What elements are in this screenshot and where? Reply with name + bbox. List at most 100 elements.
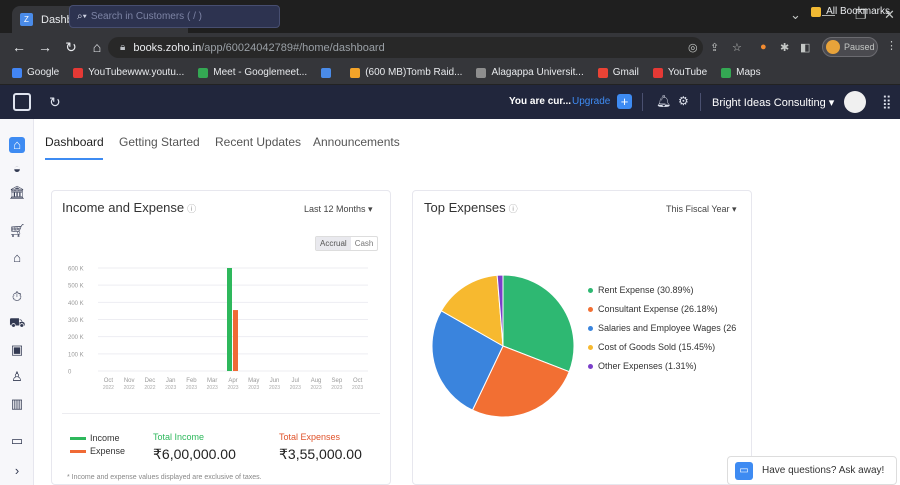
search-input[interactable] [90,11,261,22]
pie-legend-item: Salaries and Employee Wages (26 [588,323,758,333]
bookmark-item[interactable]: Gmail [597,67,639,78]
expense-legend-swatch [70,449,86,453]
extension-icon[interactable]: ● [760,41,767,53]
top-expenses-title: Top Expenses ⓘ [424,200,518,215]
items-icon[interactable]: ◒ [9,161,25,177]
browser-menu-icon[interactable]: ⋮ [886,39,897,52]
bookmark-favicon-icon [597,67,608,78]
organization-switcher[interactable]: Bright Ideas Consulting ▾ [712,96,834,109]
accrual-cash-toggle: Accrual Cash [315,236,379,251]
tab-announcements[interactable]: Announcements [313,135,400,149]
zoho-books-logo-icon[interactable] [13,93,31,111]
reload-icon[interactable]: ↻ [64,39,78,56]
bookmark-label: (600 MB)Tomb Raid... [365,67,463,78]
total-income-label: Total Income [153,432,205,442]
legend-income-label: Income [90,433,120,443]
zoho-favicon-icon: Z [20,13,33,26]
bookmark-item[interactable]: YouTubewww.youtu... [73,67,184,78]
gst-filing-icon[interactable]: ▣ [9,342,25,358]
accrual-toggle[interactable]: Accrual [316,237,351,250]
purchases-bag-icon[interactable]: ⌂ [9,250,25,266]
bookmarks-bar: Google YouTubewww.youtu... Meet - Googleme… [0,61,900,85]
search-box[interactable]: ⌕▾ [69,5,280,28]
share-icon[interactable]: ⇪ [710,41,719,54]
tab-search-chevron-icon[interactable]: ⌄ [790,7,801,23]
header-divider [700,93,701,111]
tab-recent-updates[interactable]: Recent Updates [215,135,301,149]
lock-icon: 🔒︎ [120,42,126,53]
eway-bill-icon[interactable]: ⛟ [9,315,25,331]
documents-folder-icon[interactable]: ▭ [9,433,25,449]
bookmark-item[interactable]: YouTube [652,67,707,78]
bookmark-item[interactable]: Maps [721,67,761,78]
cash-toggle[interactable]: Cash [351,237,378,250]
legend-expense: Expense [70,446,125,456]
banking-icon[interactable]: 🏛︎ [9,185,26,201]
sales-cart-icon[interactable]: 🛒︎ [9,223,26,239]
info-icon[interactable]: ⓘ [187,204,196,214]
forward-arrow-icon[interactable]: → [38,39,52,55]
total-income-value: ₹6,00,000.00 [153,446,236,462]
folder-icon [811,6,822,17]
info-icon[interactable]: ⓘ [509,204,518,214]
active-tab-indicator [45,158,103,160]
home-icon[interactable]: ⌂ [9,137,25,153]
bookmark-item[interactable]: Google [12,67,59,78]
accountant-icon[interactable]: ♙ [9,369,25,385]
quick-create-button[interactable]: + [617,94,632,109]
tab-getting-started[interactable]: Getting Started [119,135,200,149]
bookmark-item[interactable]: Alagappa Universit... [476,67,584,78]
chat-widget[interactable]: ▭ Have questions? Ask away! [727,456,897,485]
bookmark-favicon-icon [350,67,361,78]
back-arrow-icon[interactable]: ← [12,39,26,55]
extensions-puzzle-icon[interactable]: ✱ [780,41,789,54]
address-bar[interactable]: 🔒︎ books.zoho.in /app/60024042789#/home/… [108,37,703,58]
profile-paused-button[interactable]: Paused [822,37,878,57]
refresh-icon[interactable]: ↻ [49,94,61,111]
trial-status-text: You are cur... [509,96,572,107]
bookmark-label: Gmail [612,67,639,78]
card-divider [62,413,380,414]
pie-legend-item: Rent Expense (30.89%) [588,285,758,295]
upgrade-link[interactable]: Upgrade [572,96,610,107]
expand-chevron-icon[interactable]: › [9,463,25,479]
search-icon[interactable]: ⌕▾ [77,11,87,22]
home-icon[interactable]: ⌂ [90,39,104,55]
hide-icon[interactable]: ◎ [688,41,698,54]
apps-grid-icon[interactable]: ⣿ [882,94,892,110]
time-tracking-icon[interactable]: ⏱ [9,289,25,305]
pie-legend-item: Other Expenses (1.31%) [588,361,758,371]
chat-bubble-icon: ▭ [735,461,753,480]
browser-toolbar: ← → ↻ ⌂ 🔒︎ books.zoho.in /app/6002404278… [0,33,900,61]
bookmark-item[interactable]: Meet - Googlemeet... [198,67,307,78]
bookmark-item[interactable] [321,67,336,78]
user-avatar[interactable] [844,91,866,113]
pie-legend-swatch [588,287,593,293]
pie-legend-label: Other Expenses (1.31%) [598,361,697,371]
bookmark-label: Maps [736,67,761,78]
left-nav-rail: ⌂ ◒ 🏛︎ 🛒︎ ⌂ ⏱ ⛟ ▣ ♙ ▥ ▭ › [0,119,34,485]
bookmark-favicon-icon [721,67,732,78]
bookmark-favicon-icon [73,67,84,78]
pie-legend-swatch [588,306,593,312]
bookmark-item[interactable]: (600 MB)Tomb Raid... [350,67,462,78]
bookmark-label: Meet - Googlemeet... [213,67,308,78]
pie-legend-item: Consultant Expense (26.18%) [588,304,758,314]
all-bookmarks-button[interactable]: All Bookmarks [811,6,890,17]
header-divider [642,93,643,111]
notifications-bell-icon[interactable]: 🔔︎ [656,94,671,108]
settings-gear-icon[interactable]: ⚙ [678,94,689,108]
pie-legend-swatch [588,363,593,369]
bookmark-star-icon[interactable]: ☆ [732,41,742,54]
bookmark-label: Alagappa Universit... [491,67,584,78]
legend-income: Income [70,433,120,443]
profile-avatar-icon [826,40,840,54]
url-host: books.zoho.in [133,41,202,54]
top-expenses-title-text: Top Expenses [424,200,506,215]
side-panel-icon[interactable]: ◧ [800,41,810,54]
income-expense-title-text: Income and Expense [62,200,185,215]
income-period-filter[interactable]: Last 12 Months ▾ [304,204,373,215]
expense-period-filter[interactable]: This Fiscal Year ▾ [666,204,737,215]
reports-chart-icon[interactable]: ▥ [9,396,25,412]
tab-dashboard[interactable]: Dashboard [45,135,104,149]
